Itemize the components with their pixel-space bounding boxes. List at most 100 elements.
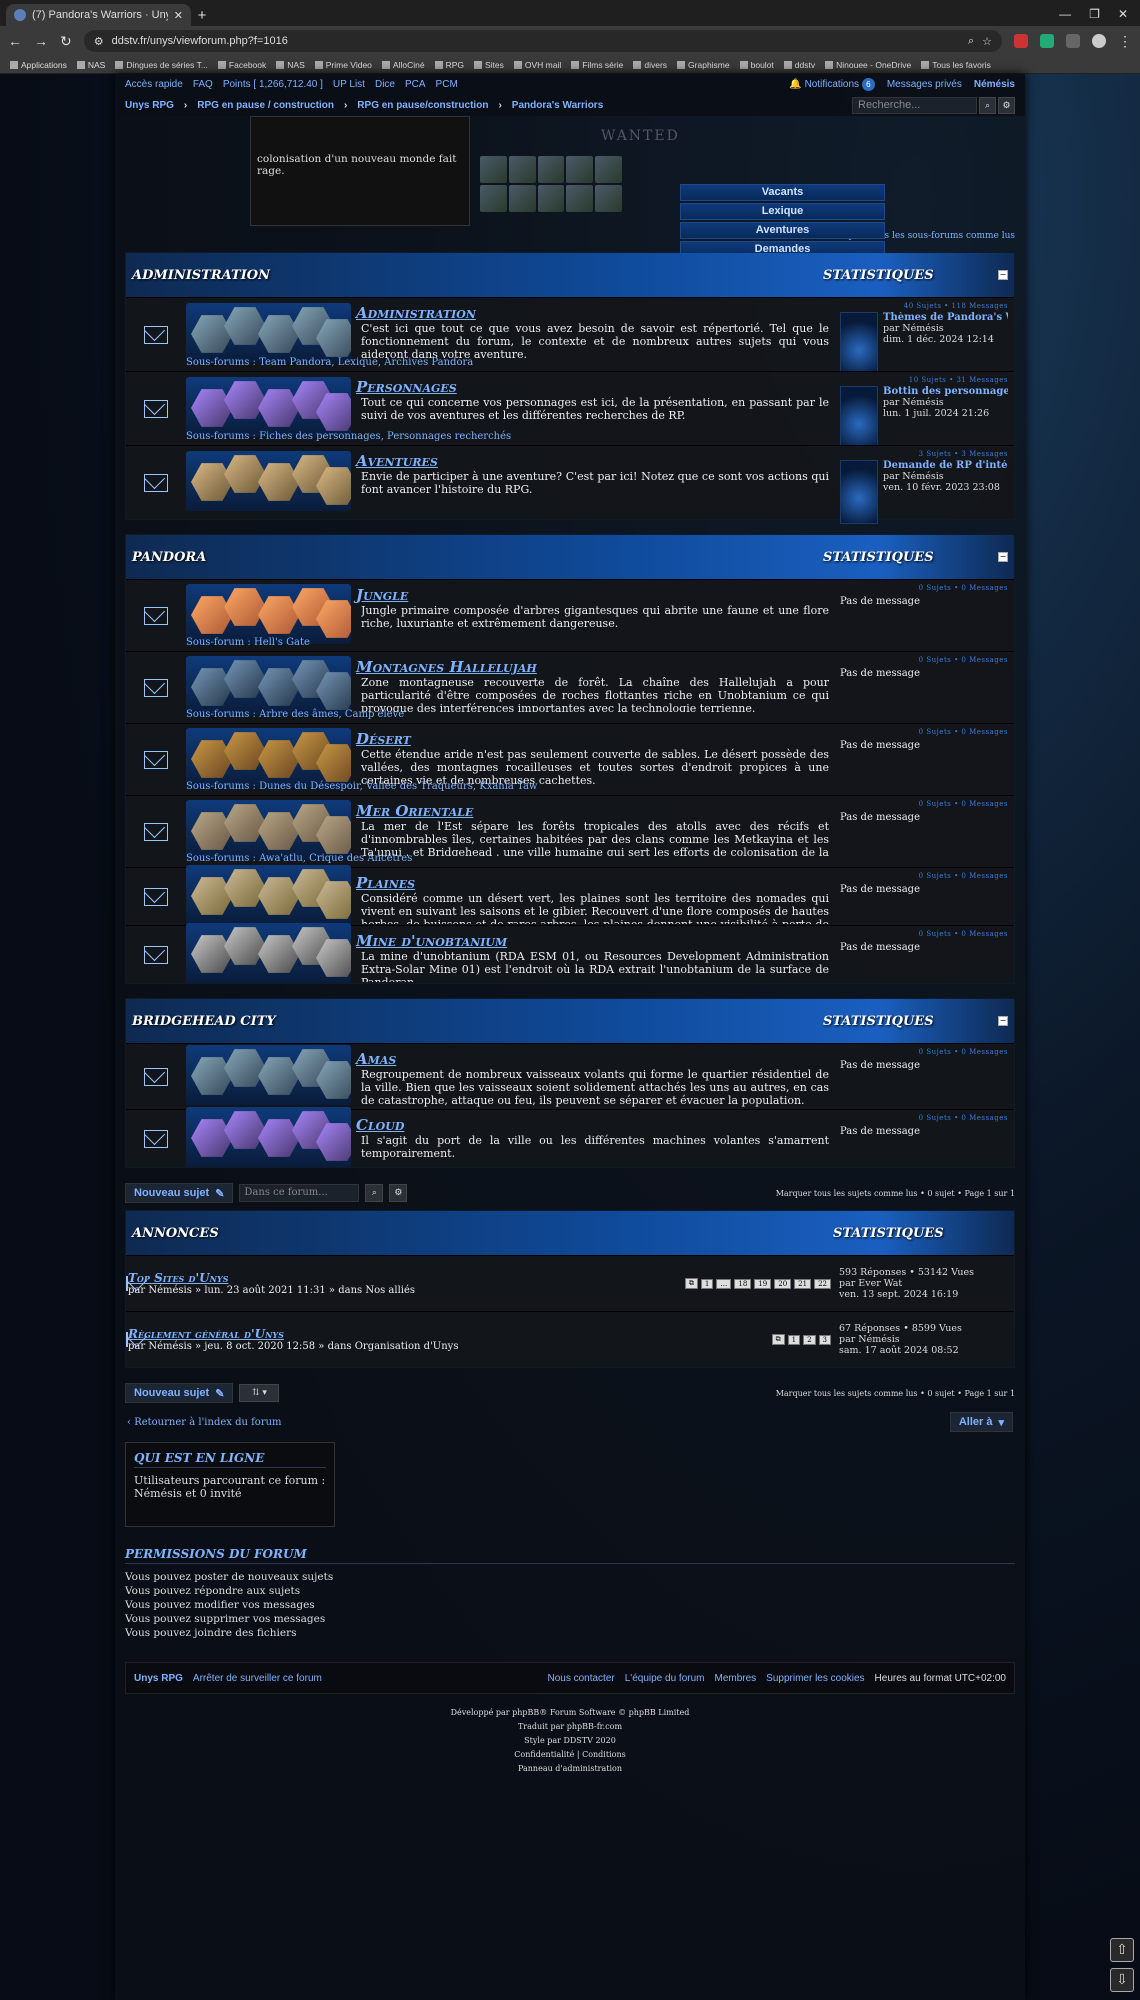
header-menu-item[interactable]: Lexique xyxy=(680,203,885,220)
forum-title-link[interactable]: Montagnes Hallelujah xyxy=(356,658,537,676)
page-link[interactable]: 2 xyxy=(803,1334,816,1345)
forum-banner-image[interactable] xyxy=(186,1045,351,1105)
delete-cookies-link[interactable]: Supprimer les cookies xyxy=(766,1673,864,1684)
category-title[interactable]: PANDORA xyxy=(132,550,823,565)
bookmark-item[interactable]: Prime Video xyxy=(314,60,372,70)
page-link[interactable]: 21 xyxy=(794,1278,812,1289)
bookmark-item[interactable]: Applications xyxy=(10,60,67,70)
members-link[interactable]: Membres xyxy=(714,1673,756,1684)
sort-options-button[interactable]: ⇅ ▾ xyxy=(239,1384,280,1402)
forum-banner-image[interactable] xyxy=(186,800,351,860)
search-input[interactable]: Recherche... xyxy=(852,97,977,114)
faq-link[interactable]: FAQ xyxy=(193,79,213,90)
breadcrumb-item[interactable]: RPG en pause / construction xyxy=(197,100,334,111)
forum-banner-image[interactable] xyxy=(186,584,351,644)
new-topic-button[interactable]: Nouveau sujet ✎ xyxy=(125,1383,234,1403)
dice-link[interactable]: Dice xyxy=(375,79,395,90)
subforums-list[interactable]: Sous-forums : Awa'atlu, Crique des Ancêt… xyxy=(186,853,412,864)
reload-icon[interactable]: ↻ xyxy=(60,33,72,50)
back-icon[interactable]: ← xyxy=(8,33,22,49)
page-link[interactable]: 3 xyxy=(818,1334,831,1345)
new-tab-button[interactable]: + xyxy=(191,4,213,26)
forum-title-link[interactable]: Cloud xyxy=(356,1116,404,1134)
forum-banner-image[interactable] xyxy=(186,865,351,925)
bookmark-item[interactable]: Facebook xyxy=(217,60,266,70)
forum-banner-image[interactable] xyxy=(186,451,351,511)
forum-title-link[interactable]: Mine d'unobtanium xyxy=(356,932,507,950)
forum-title-link[interactable]: Administration xyxy=(356,304,476,322)
forum-title-link[interactable]: Mer Orientale xyxy=(356,802,473,820)
bookmark-item[interactable]: Tous les favoris xyxy=(921,60,991,70)
page-link[interactable]: 1 xyxy=(700,1278,714,1289)
minimize-icon[interactable]: — xyxy=(1059,7,1071,21)
last-post-author[interactable]: par Némésis xyxy=(883,323,1008,334)
search-button[interactable]: ⌕ xyxy=(365,1184,384,1202)
last-post-title-link[interactable]: Bottin des personnages j... xyxy=(883,386,1008,397)
subforums-list[interactable]: Sous-forum : Hell's Gate xyxy=(186,637,310,648)
bookmark-item[interactable]: Graphisme xyxy=(677,60,730,70)
zoom-icon[interactable]: ⌕ xyxy=(968,35,974,48)
header-menu-item[interactable]: Vacants xyxy=(680,184,885,201)
bookmark-item[interactable]: Sites xyxy=(473,60,504,70)
browser-tab[interactable]: (7) Pandora's Warriors · Unys ✕ xyxy=(6,4,191,26)
last-post-thumbnail[interactable] xyxy=(840,312,878,376)
announcement-title-link[interactable]: Top Sites d'Unys xyxy=(128,1271,685,1285)
last-post-title-link[interactable]: Thèmes de Pandora's Wa... xyxy=(883,312,1008,323)
window-close-icon[interactable]: ✕ xyxy=(1118,7,1128,21)
forum-title-link[interactable]: Personnages xyxy=(356,378,457,396)
stop-watching-link[interactable]: Arrêter de surveiller ce forum xyxy=(193,1673,322,1684)
bookmark-item[interactable]: NAS xyxy=(76,60,105,70)
collapse-icon[interactable]: − xyxy=(998,1016,1008,1026)
private-messages-link[interactable]: Messages privés xyxy=(887,79,962,90)
breadcrumb-item[interactable]: RPG en pause/construction xyxy=(357,100,488,111)
bookmark-item[interactable]: Ninouee - OneDrive xyxy=(825,60,911,70)
breadcrumb-item[interactable]: Pandora's Warriors xyxy=(512,100,603,111)
close-icon[interactable]: ✕ xyxy=(174,9,183,22)
page-link[interactable]: 19 xyxy=(754,1278,772,1289)
bookmark-item[interactable]: OVH mail xyxy=(513,60,561,70)
points-link[interactable]: Points [ 1,266,712.40 ] xyxy=(223,79,323,90)
jump-to-dropdown[interactable]: Aller à ▾ xyxy=(949,1412,1013,1432)
extension-icon[interactable] xyxy=(1014,34,1028,48)
last-post-author[interactable]: par Némésis xyxy=(839,1334,1014,1345)
bookmark-item[interactable]: AlloCiné xyxy=(381,60,425,70)
bookmark-item[interactable]: divers xyxy=(633,60,667,70)
quick-access-link[interactable]: Accès rapide xyxy=(125,79,183,90)
forum-title-link[interactable]: Amas xyxy=(356,1050,396,1068)
site-info-icon[interactable]: ⚙ xyxy=(94,35,104,48)
bookmark-item[interactable]: Films série xyxy=(571,60,623,70)
forum-title-link[interactable]: Désert xyxy=(356,730,411,748)
bookmark-item[interactable]: Dingues de séries T... xyxy=(115,60,208,70)
forum-banner-image[interactable] xyxy=(186,923,351,983)
forum-banner-image[interactable] xyxy=(186,656,351,716)
subforums-list[interactable]: Sous-forums : Fiches des personnages, Pe… xyxy=(186,431,511,442)
settings-icon[interactable]: ⚙ xyxy=(389,1184,408,1202)
new-topic-button[interactable]: Nouveau sujet ✎ xyxy=(125,1183,234,1203)
last-post-author[interactable]: par Ever Wat xyxy=(839,1278,1014,1289)
bookmark-item[interactable]: boulot xyxy=(739,60,774,70)
bookmark-star-icon[interactable]: ☆ xyxy=(982,35,992,48)
search-button[interactable]: ⌕ xyxy=(979,97,996,114)
bookmark-item[interactable]: NAS xyxy=(276,60,305,70)
contact-link[interactable]: Nous contacter xyxy=(547,1673,614,1684)
extension-icon[interactable] xyxy=(1040,34,1054,48)
user-menu[interactable]: Némésis xyxy=(974,79,1015,90)
forum-banner-image[interactable] xyxy=(186,1107,351,1167)
forum-banner-image[interactable] xyxy=(186,303,351,363)
last-post-author[interactable]: par Némésis xyxy=(883,471,1008,482)
menu-icon[interactable]: ⋮ xyxy=(1118,33,1132,50)
forum-title-link[interactable]: Plaines xyxy=(356,874,415,892)
bookmark-item[interactable]: ddstv xyxy=(783,60,815,70)
footer-home-link[interactable]: Unys RPG xyxy=(134,1673,183,1684)
breadcrumb-home[interactable]: Unys RPG xyxy=(125,100,174,111)
page-link[interactable]: 18 xyxy=(734,1278,752,1289)
profile-avatar[interactable] xyxy=(1092,34,1106,48)
forum-title-link[interactable]: Jungle xyxy=(356,586,408,604)
scroll-down-button[interactable]: ⇩ xyxy=(1110,1968,1134,1992)
address-bar[interactable]: ⚙ ddstv.fr/unys/viewforum.php?f=1016 ⌕ ☆ xyxy=(83,30,1002,52)
advanced-search-button[interactable]: ⚙ xyxy=(998,97,1015,114)
header-menu-item[interactable]: Aventures xyxy=(680,222,885,239)
up-list-link[interactable]: UP List xyxy=(333,79,365,90)
scroll-up-button[interactable]: ⇧ xyxy=(1110,1938,1134,1962)
credit-line[interactable]: Confidentialité | Conditions xyxy=(115,1748,1025,1762)
